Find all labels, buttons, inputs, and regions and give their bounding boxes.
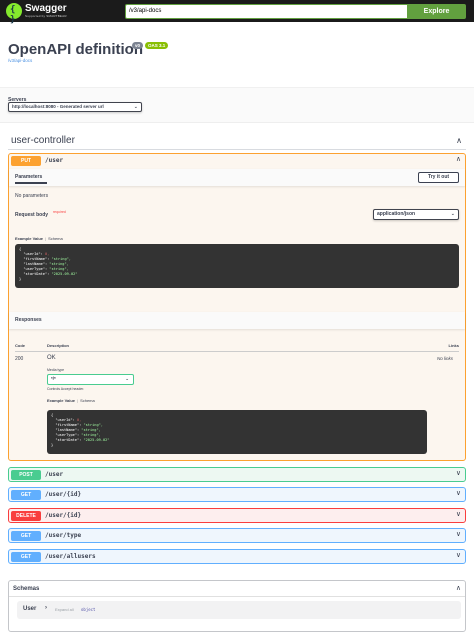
logo-subtext: Supported by SMARTBEAR: [25, 14, 67, 18]
operation-path: /user/type: [45, 532, 82, 539]
response-description: OK: [47, 355, 56, 361]
response-code: 200: [15, 356, 24, 362]
response-example-code: { "userId": 0, "firstName": "string", "l…: [47, 410, 427, 454]
col-code: Code: [15, 343, 25, 348]
request-body-label: Request body: [15, 212, 49, 218]
tab-example-value[interactable]: Example Value: [15, 236, 43, 241]
chevron-down-icon: ⌄: [133, 104, 138, 110]
chevron-up-icon[interactable]: ∧: [456, 136, 462, 145]
tab-underline: [15, 182, 47, 184]
spec-link[interactable]: /v3/api-docs: [8, 58, 32, 63]
tab-schema[interactable]: Schema: [48, 236, 63, 241]
method-badge: POST: [11, 470, 41, 480]
code-brace-close: }: [19, 277, 22, 281]
responses-title: Responses: [15, 317, 42, 323]
code-brace-close: }: [51, 443, 54, 447]
request-example-code: { "userId": 0, "firstName": "string", "l…: [15, 244, 459, 288]
col-description: Description: [47, 343, 70, 348]
operation-path: /user/allusers: [45, 553, 96, 560]
operation-path: /user: [45, 471, 64, 478]
opblock-put-user: PUT /user ∧ Parameters Try it out No par…: [8, 153, 466, 461]
responses-table-header: Code Description Links: [15, 342, 459, 352]
method-badge: GET: [11, 490, 41, 500]
operation-path: /user: [45, 157, 64, 164]
chevron-down-icon[interactable]: ∨: [456, 510, 461, 518]
tab-parameters[interactable]: Parameters: [15, 174, 42, 180]
chevron-up-icon[interactable]: ∧: [456, 584, 461, 592]
swagger-logo[interactable]: { } Swagger Supported by SMARTBEAR: [6, 3, 86, 25]
chevron-down-icon[interactable]: ∨: [456, 530, 461, 538]
version-badge: v0: [132, 42, 144, 49]
method-badge: GET: [11, 552, 41, 562]
tag-header-user-controller[interactable]: user-controller ∧: [8, 130, 466, 150]
oas-badge: OAS 3.1: [145, 42, 169, 49]
logo-text: Swagger: [25, 3, 67, 14]
chevron-down-icon[interactable]: ∨: [456, 469, 461, 477]
response-example-tabs: Example Value | Schema: [47, 398, 95, 403]
schemas-title[interactable]: Schemas: [13, 586, 39, 592]
page-title: OpenAPI definition: [8, 41, 143, 58]
servers-selected-value: http://localhost:8080 - Generated server…: [12, 104, 104, 109]
explore-button[interactable]: Explore: [407, 4, 466, 19]
parameters-bar: Parameters Try it out: [9, 169, 465, 186]
divider: [9, 596, 465, 597]
chevron-down-icon: ⌄: [125, 376, 129, 381]
no-parameters-text: No parameters: [15, 193, 49, 199]
chevron-up-icon[interactable]: ∧: [456, 155, 461, 163]
chevron-down-icon[interactable]: ∨: [456, 489, 461, 497]
tab-example-value[interactable]: Example Value: [47, 398, 75, 403]
try-it-out-button[interactable]: Try it out: [418, 172, 459, 183]
example-tabs: Example Value | Schema: [15, 236, 63, 241]
content-type-select[interactable]: application/json ⌄: [373, 209, 459, 220]
media-type-value: */*: [51, 376, 56, 381]
chevron-right-icon[interactable]: ›: [45, 605, 47, 611]
content-type-value: application/json: [377, 211, 416, 217]
method-badge: DELETE: [11, 511, 41, 521]
servers-section: Servers http://localhost:8080 - Generate…: [0, 87, 474, 123]
operation-path: /user/{id}: [45, 491, 82, 498]
chevron-down-icon[interactable]: ∨: [456, 551, 461, 559]
topbar: { } Swagger Supported by SMARTBEAR /v3/a…: [0, 0, 474, 25]
operation-path: /user/{id}: [45, 512, 82, 519]
method-badge: PUT: [11, 156, 41, 166]
swagger-logo-icon: { }: [6, 3, 22, 25]
opblock-get-user-allusers[interactable]: GET /user/allusers ∨: [8, 549, 466, 564]
media-type-label: Media type: [47, 368, 65, 372]
opblock-get-user-id[interactable]: GET /user/{id} ∨: [8, 487, 466, 502]
model-user[interactable]: User › Expand all object: [17, 601, 461, 619]
media-type-select[interactable]: */* ⌄: [47, 374, 134, 385]
model-name: User: [23, 606, 37, 612]
schemas-section: Schemas ∧ User › Expand all object: [8, 580, 466, 632]
responses-bar: Responses: [9, 312, 465, 329]
tag-name: user-controller: [11, 135, 75, 146]
controls-accept-text: Controls Accept header.: [47, 387, 85, 391]
opblock-get-user-type[interactable]: GET /user/type ∨: [8, 528, 466, 543]
response-links: No links: [437, 356, 454, 361]
opblock-summary[interactable]: PUT /user ∧: [9, 154, 465, 168]
opblock-post-user[interactable]: POST /user ∨: [8, 467, 466, 482]
col-links: Links: [448, 343, 459, 348]
servers-select[interactable]: http://localhost:8080 - Generated server…: [8, 102, 142, 112]
spec-url-input[interactable]: /v3/api-docs: [125, 4, 407, 19]
method-badge: GET: [11, 531, 41, 541]
tab-schema[interactable]: Schema: [80, 398, 95, 403]
model-type: object: [81, 607, 96, 612]
opblock-delete-user-id[interactable]: DELETE /user/{id} ∨: [8, 508, 466, 523]
chevron-down-icon: ⌄: [450, 211, 455, 217]
expand-all-link[interactable]: Expand all: [55, 607, 74, 612]
required-marker: required: [53, 210, 66, 214]
